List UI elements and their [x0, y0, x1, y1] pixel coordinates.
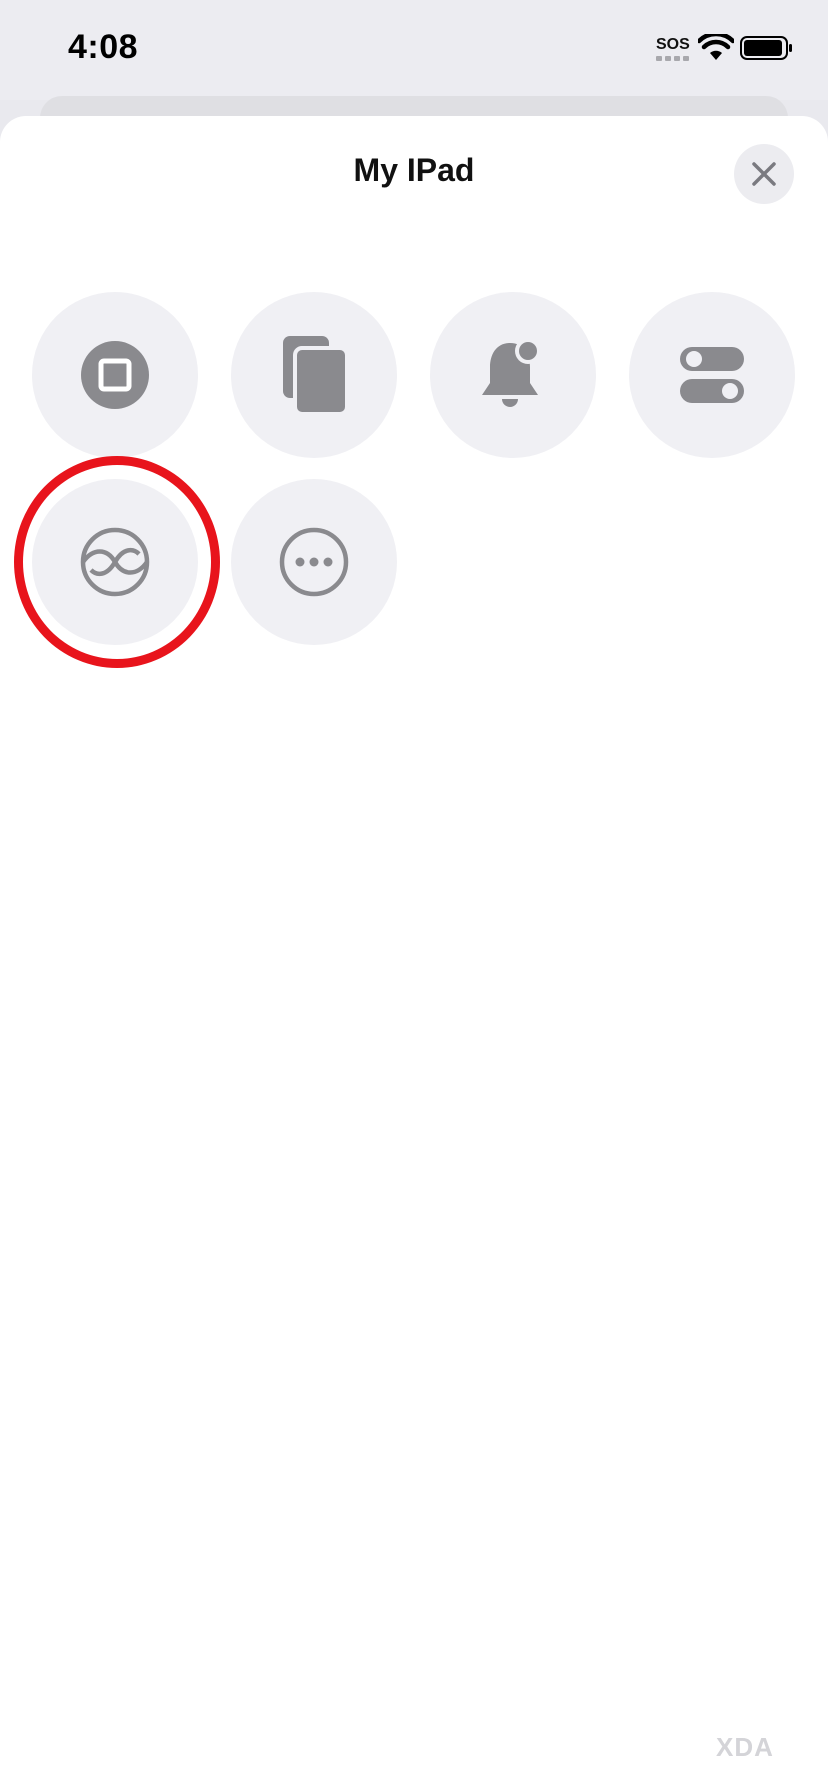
controls-button[interactable] — [629, 292, 795, 458]
signal-dots — [656, 56, 690, 62]
close-button[interactable] — [734, 144, 794, 204]
stop-button[interactable] — [32, 292, 198, 458]
status-time: 4:08 — [68, 28, 139, 66]
notification-button[interactable] — [430, 292, 596, 458]
battery-icon — [740, 36, 792, 60]
sheet-title: My IPad — [353, 152, 475, 188]
copy-icon — [283, 336, 349, 416]
watermark-logo: XDA — [716, 1732, 774, 1762]
more-button[interactable] — [231, 479, 397, 645]
stop-square-icon — [81, 341, 149, 409]
copy-button[interactable] — [231, 292, 397, 458]
close-icon — [752, 162, 776, 186]
bell-badge-icon — [482, 338, 541, 407]
status-bar: 4:08 SOS — [0, 0, 828, 100]
wifi-icon — [698, 34, 734, 60]
sos-label: SOS — [656, 36, 690, 53]
toggles-icon — [680, 347, 744, 403]
more-ellipsis-icon — [279, 527, 349, 597]
highlight-circle — [14, 456, 220, 668]
